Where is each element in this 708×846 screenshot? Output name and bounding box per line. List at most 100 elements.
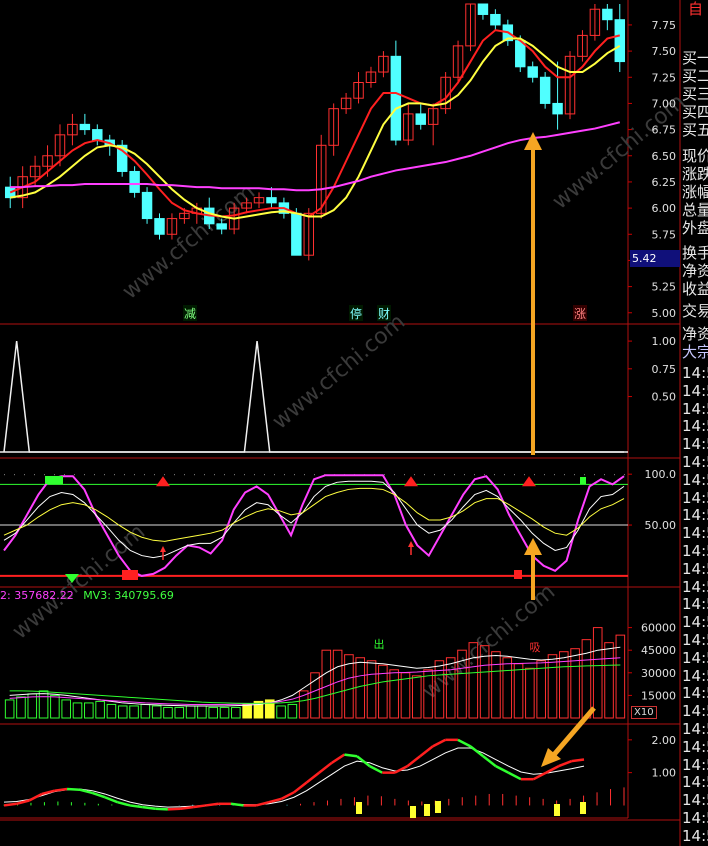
momentum-line-segment — [432, 738, 446, 748]
watermark-text: www.cfchi.com — [118, 179, 260, 304]
dotted-guide — [414, 474, 415, 476]
volume-bar — [355, 657, 366, 719]
volume-legend: 2: 357682.22 MV3: 340795.69 — [0, 589, 174, 602]
momentum-line-segment — [155, 807, 168, 811]
volume-bar — [310, 672, 320, 719]
tick-time: 14:5 — [682, 453, 708, 471]
dotted-guide — [134, 474, 135, 476]
candle-body — [490, 13, 501, 26]
volume-bar — [366, 660, 377, 719]
watermark-text: www.cfchi.com — [8, 519, 150, 644]
up-arrow-head — [160, 546, 166, 552]
momentum-line-segment — [230, 802, 244, 807]
volume-bar — [106, 703, 117, 719]
signal-block — [514, 570, 522, 579]
dotted-guide — [384, 474, 385, 476]
tick-time: 14:5 — [682, 648, 708, 667]
dotted-guide — [304, 474, 305, 476]
volume-bar — [513, 663, 524, 719]
momentum-line-segment — [558, 759, 572, 768]
moving-average-line — [10, 37, 621, 220]
quote-label: 买二 — [682, 67, 708, 85]
volume-bar — [219, 706, 230, 719]
momentum-line-segment — [318, 761, 333, 774]
volume-bar — [140, 703, 151, 719]
momentum-line-segment — [167, 807, 181, 811]
dotted-guide — [44, 474, 45, 476]
dotted-guide — [564, 474, 565, 476]
dotted-guide — [534, 474, 535, 476]
dotted-guide — [424, 474, 425, 476]
volume-bar — [38, 690, 49, 719]
dotted-guide — [434, 474, 435, 476]
volume-panel[interactable]: 出吸 — [4, 627, 626, 719]
momentum-line-segment — [331, 753, 346, 764]
tick-time: 14:5 — [682, 613, 708, 632]
volume-bar — [84, 702, 94, 719]
tick-time: 14:5 — [682, 755, 708, 774]
stock-chart-canvas[interactable]: www.cfchi.comwww.cfchi.comwww.cfchi.comw… — [0, 0, 708, 846]
momentum-line-segment — [28, 792, 43, 802]
volume-scale-label: X10 — [631, 706, 657, 719]
quote-label: 买五 — [682, 121, 708, 139]
sell-signal-triangle — [156, 476, 170, 487]
candle-body — [266, 197, 277, 204]
momentum-line-segment — [457, 738, 472, 748]
price-axis-label: 5.25 — [652, 281, 677, 294]
current-price-tag: 5.42 — [630, 250, 680, 267]
dotted-guide — [104, 474, 105, 476]
signal-axis-label: 0.75 — [652, 363, 677, 376]
momentum-line-segment — [469, 745, 484, 758]
dotted-guide — [584, 474, 585, 476]
candle-body — [415, 113, 426, 125]
price-axis-label: 7.75 — [652, 19, 677, 32]
momentum-line-segment — [41, 789, 55, 796]
momentum-line-segment — [482, 755, 497, 768]
price-axis-label: 6.75 — [652, 124, 677, 137]
signal-block — [45, 476, 63, 484]
event-marker: 减 — [184, 307, 196, 321]
candle-body — [79, 123, 91, 131]
dotted-guide — [244, 474, 245, 476]
candle-body — [154, 218, 165, 235]
momentum-line-segment — [507, 771, 522, 781]
dotted-guide — [184, 474, 185, 476]
dotted-guide — [114, 474, 115, 476]
dotted-guide — [454, 474, 455, 476]
quote-label: 交易 — [682, 302, 708, 320]
quote-label: 买四 — [682, 103, 708, 121]
signal-line — [3, 747, 585, 808]
volume-bar — [95, 700, 105, 719]
volume-bar — [208, 706, 219, 719]
volume-bar — [276, 705, 286, 719]
price-axis-label: 7.00 — [652, 97, 677, 110]
dotted-guide — [144, 474, 145, 476]
volume-average-line — [9, 646, 621, 707]
volume-bar — [411, 675, 422, 719]
watermark-text: www.cfchi.com — [268, 309, 410, 434]
dotted-guide — [224, 474, 225, 476]
momentum-line-segment — [129, 804, 143, 809]
mv3-label: MV3: 340795.69 — [83, 589, 174, 602]
quote-label: 现价 — [682, 147, 708, 165]
dotted-guide — [204, 474, 205, 476]
quote-side-panel[interactable]: 买一买二买三买四买五现价涨跌涨幅总量外盘换手净资收益交易净资大宗14:514:5… — [680, 0, 708, 846]
dotted-guide — [264, 474, 265, 476]
dotted-guide — [24, 474, 25, 476]
momentum-line-segment — [117, 800, 131, 807]
tick-time: 14:5 — [682, 399, 708, 418]
volume-bar — [604, 642, 614, 719]
volume-bar — [151, 705, 162, 719]
panel-grid — [0, 0, 681, 846]
volume-axis-label: 30000 — [641, 667, 676, 680]
volume-bar — [231, 706, 241, 719]
histogram-highlight — [424, 804, 430, 816]
volume-bar — [117, 705, 128, 719]
dotted-guide — [214, 474, 215, 476]
quote-label: 总量 — [682, 201, 708, 219]
price-axis-label: 6.00 — [652, 202, 677, 215]
quote-label: 换手 — [682, 244, 708, 262]
price-axis-label: 5.75 — [652, 228, 677, 241]
volume-bar — [50, 694, 60, 719]
momentum-panel[interactable] — [3, 738, 625, 818]
